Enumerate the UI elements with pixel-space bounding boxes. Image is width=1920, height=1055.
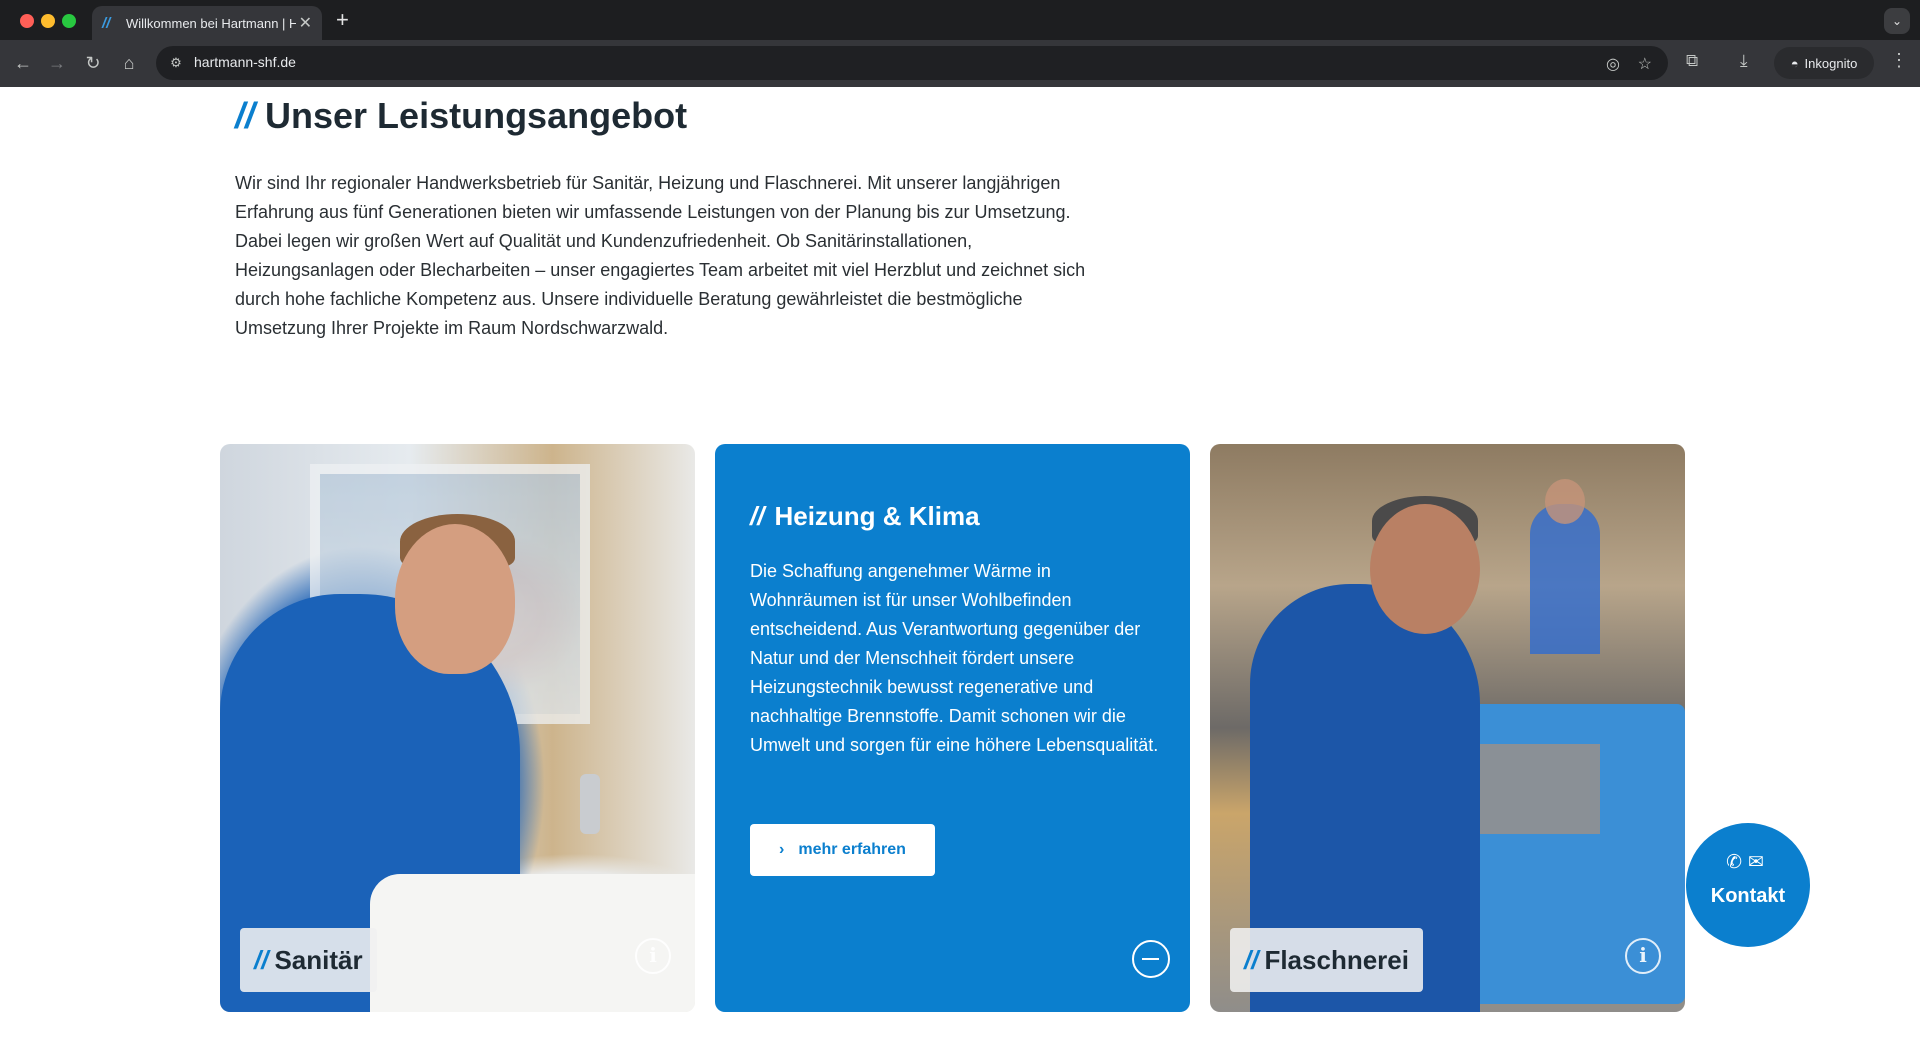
- title-slashes: //: [235, 95, 256, 136]
- background-head-shape: [1545, 479, 1585, 524]
- incognito-icon: ◓: [1790, 55, 1799, 71]
- card-label-text: Flaschnerei: [1264, 944, 1409, 975]
- minimize-window-button[interactable]: [41, 14, 55, 28]
- close-window-button[interactable]: [20, 14, 34, 28]
- address-bar[interactable]: ⚙ hartmann-shf.de ◎ ☆: [156, 46, 1668, 80]
- browser-tab[interactable]: // Willkommen bei Hartmann | Hartmann SH…: [92, 6, 322, 40]
- card-description: Die Schaffung angenehmer Wärme in Wohnrä…: [750, 561, 1159, 755]
- service-card-heizung: // Heizung & Klima Die Schaffung angenehm…: [715, 444, 1190, 1012]
- head-shape: [1370, 504, 1480, 634]
- service-card-flaschnerei[interactable]: //Flaschnerei i: [1210, 444, 1685, 1012]
- collapse-minus-icon[interactable]: [1132, 940, 1170, 978]
- service-card-sanitaer[interactable]: //Sanitär i: [220, 444, 695, 1012]
- section-title: //Unser Leistungsangebot: [235, 95, 687, 137]
- maximize-window-button[interactable]: [62, 14, 76, 28]
- head-shape: [395, 524, 515, 674]
- forward-arrow-icon[interactable]: →: [44, 50, 70, 76]
- phone-mail-icon: ✆✉: [1726, 852, 1770, 873]
- tap-shape: [580, 774, 600, 834]
- mehr-erfahren-button[interactable]: › mehr erfahren: [750, 824, 935, 876]
- eye-off-icon[interactable]: ◎: [1606, 54, 1620, 74]
- section-title-text: Unser Leistungsangebot: [265, 95, 688, 136]
- card-title: // Heizung & Klima: [750, 501, 980, 532]
- intro-paragraph: Wir sind Ihr regionaler Handwerksbetrieb…: [235, 173, 1086, 338]
- tab-strip: // Willkommen bei Hartmann | Hartmann SH…: [0, 0, 1920, 40]
- browser-toolbar: ← → ↻ ⌂ ⚙ hartmann-shf.de ◎ ☆ ⧉ ⤓ ◓ Inko…: [0, 40, 1920, 87]
- back-arrow-icon[interactable]: ←: [10, 50, 36, 76]
- tab-title: Willkommen bei Hartmann | Hartmann SHF: [126, 15, 296, 31]
- title-slashes: //: [750, 501, 765, 531]
- kontakt-button[interactable]: ✆✉ Kontakt: [1686, 823, 1810, 947]
- button-label: mehr erfahren: [798, 841, 906, 858]
- site-info-icon[interactable]: ⚙: [166, 53, 186, 73]
- bookmark-star-icon[interactable]: ☆: [1638, 54, 1652, 74]
- extensions-icon[interactable]: ⧉: [1686, 51, 1698, 71]
- reload-icon[interactable]: ↻: [80, 50, 106, 76]
- favicon-icon: //: [102, 14, 111, 32]
- url-text[interactable]: hartmann-shf.de: [194, 54, 296, 70]
- info-icon[interactable]: i: [635, 938, 671, 974]
- sanitaer-photo: [220, 444, 695, 1012]
- kontakt-label: Kontakt: [1710, 885, 1786, 907]
- label-slashes: //: [1244, 944, 1259, 975]
- tab-search-button[interactable]: ⌄: [1884, 8, 1910, 34]
- card-label: //Sanitär: [240, 928, 377, 992]
- incognito-label: Inkognito: [1804, 55, 1858, 71]
- card-label: //Flaschnerei: [1230, 928, 1423, 992]
- home-icon[interactable]: ⌂: [116, 50, 142, 76]
- close-tab-icon[interactable]: ✕: [299, 13, 312, 33]
- download-icon[interactable]: ⤓: [1740, 51, 1748, 71]
- page-content: //Unser Leistungsangebot Wir sind Ihr re…: [0, 87, 1920, 1055]
- label-slashes: //: [254, 944, 269, 975]
- card-label-text: Sanitär: [274, 944, 363, 975]
- chevron-right-icon: ›: [779, 841, 785, 858]
- card-title-text: Heizung & Klima: [774, 501, 980, 531]
- incognito-badge[interactable]: ◓ Inkognito: [1774, 47, 1874, 79]
- browser-chrome: // Willkommen bei Hartmann | Hartmann SH…: [0, 0, 1920, 87]
- new-tab-button[interactable]: +: [336, 8, 349, 32]
- background-worker-shape: [1530, 504, 1600, 654]
- more-menu-icon[interactable]: ⋮: [1890, 50, 1908, 71]
- info-icon[interactable]: i: [1625, 938, 1661, 974]
- flaschnerei-photo: [1210, 444, 1685, 1012]
